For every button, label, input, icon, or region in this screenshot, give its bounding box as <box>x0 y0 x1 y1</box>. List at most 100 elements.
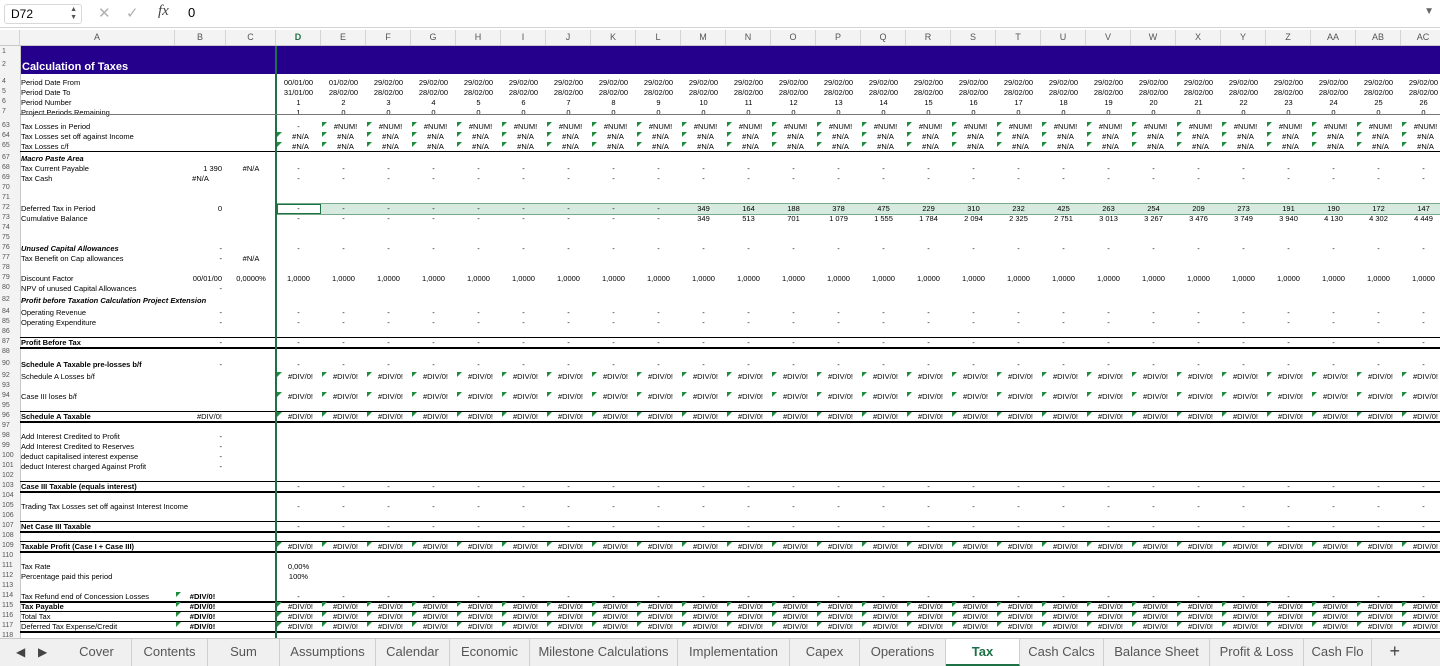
data-cell[interactable]: - <box>411 522 456 531</box>
data-cell[interactable]: 3 749 <box>1221 214 1266 223</box>
period-cell[interactable]: 7 <box>546 98 591 107</box>
data-cell[interactable]: 188 <box>771 204 816 213</box>
row-label[interactable]: deduct capitalised interest expense <box>21 452 138 461</box>
data-cell[interactable]: #DIV/0! <box>910 412 951 421</box>
sheet-tab[interactable]: Cash Flo <box>1304 639 1372 666</box>
data-cell[interactable]: - <box>951 164 996 173</box>
data-cell[interactable]: - <box>1131 174 1176 183</box>
data-cell[interactable]: - <box>366 214 411 223</box>
period-cell[interactable]: 15 <box>906 98 951 107</box>
row-label[interactable]: Case III loses b/f <box>21 392 77 401</box>
data-cell[interactable]: #NUM! <box>640 122 681 131</box>
data-cell[interactable]: #DIV/0! <box>595 602 636 611</box>
row-label[interactable]: Profit Before Tax <box>21 338 81 347</box>
data-cell[interactable]: #DIV/0! <box>820 392 861 401</box>
period-cell[interactable]: 29/02/00 <box>456 78 501 87</box>
data-cell[interactable]: - <box>1086 174 1131 183</box>
data-cell[interactable]: #DIV/0! <box>1405 612 1440 621</box>
column-header[interactable]: M <box>681 30 726 45</box>
data-cell[interactable]: #DIV/0! <box>640 412 681 421</box>
data-cell[interactable]: #DIV/0! <box>640 622 681 631</box>
column-header[interactable]: C <box>226 30 276 45</box>
data-cell[interactable]: - <box>1401 174 1440 183</box>
row-number[interactable]: 90 <box>0 360 21 368</box>
data-cell[interactable]: - <box>1041 308 1086 317</box>
data-cell[interactable]: #DIV/0! <box>1225 602 1266 611</box>
period-cell[interactable]: 28/02/00 <box>771 88 816 97</box>
row-label[interactable]: Tax Losses c/f <box>21 142 69 151</box>
period-cell[interactable]: 0 <box>1266 108 1311 117</box>
row-label[interactable]: Cumulative Balance <box>21 214 88 223</box>
data-cell[interactable]: - <box>861 318 906 327</box>
data-cell[interactable]: - <box>681 502 726 511</box>
data-cell[interactable]: - <box>951 318 996 327</box>
data-cell[interactable]: #DIV/0! <box>640 372 681 381</box>
period-cell[interactable]: 0 <box>1221 108 1266 117</box>
data-cell[interactable]: - <box>1041 592 1086 601</box>
data-cell[interactable]: - <box>681 308 726 317</box>
data-cell[interactable]: #DIV/0! <box>1090 372 1131 381</box>
data-cell[interactable]: 3 476 <box>1176 214 1221 223</box>
data-cell[interactable]: #N/A <box>955 142 996 151</box>
sheet-tab[interactable]: Profit & Loss <box>1210 639 1304 666</box>
data-cell[interactable]: #NUM! <box>1180 122 1221 131</box>
data-cell[interactable]: #DIV/0! <box>775 602 816 611</box>
data-cell[interactable]: #DIV/0! <box>1315 602 1356 611</box>
row-label[interactable]: Operating Revenue <box>21 308 86 317</box>
data-cell[interactable]: #DIV/0! <box>1180 622 1221 631</box>
data-cell[interactable]: - <box>726 244 771 253</box>
data-cell[interactable]: #DIV/0! <box>1135 372 1176 381</box>
data-cell[interactable]: - <box>1266 592 1311 601</box>
data-cell[interactable]: - <box>1221 318 1266 327</box>
row-label[interactable]: Operating Expenditure <box>21 318 96 327</box>
data-cell[interactable]: #DIV/0! <box>1360 412 1401 421</box>
data-cell[interactable]: - <box>861 338 906 347</box>
data-cell[interactable]: - <box>546 308 591 317</box>
data-cell[interactable]: #N/A <box>415 132 456 141</box>
data-cell[interactable]: #DIV/0! <box>955 392 996 401</box>
data-cell[interactable]: #DIV/0! <box>595 612 636 621</box>
data-cell[interactable]: - <box>546 214 591 223</box>
data-cell[interactable]: #DIV/0! <box>415 412 456 421</box>
period-cell[interactable]: 28/02/00 <box>861 88 906 97</box>
row-number[interactable]: 93 <box>0 382 21 390</box>
cell-c[interactable]: #N/A <box>226 254 276 263</box>
row-number[interactable]: 95 <box>0 402 21 410</box>
data-cell[interactable]: #NUM! <box>955 122 996 131</box>
data-cell[interactable]: #DIV/0! <box>730 392 771 401</box>
data-cell[interactable]: - <box>1311 174 1356 183</box>
data-cell[interactable]: - <box>501 360 546 369</box>
cell[interactable]: - <box>276 122 321 131</box>
cell-b[interactable]: #DIV/0! <box>179 602 226 611</box>
data-cell[interactable]: - <box>366 164 411 173</box>
column-header[interactable]: P <box>816 30 861 45</box>
row-number[interactable]: 107 <box>0 522 21 530</box>
data-cell[interactable]: #N/A <box>325 132 366 141</box>
data-cell[interactable]: #N/A <box>1180 132 1221 141</box>
data-cell[interactable]: - <box>1221 308 1266 317</box>
data-cell[interactable]: - <box>816 522 861 531</box>
data-cell[interactable]: #DIV/0! <box>775 392 816 401</box>
data-cell[interactable]: - <box>276 308 321 317</box>
data-cell[interactable]: - <box>1041 318 1086 327</box>
column-header[interactable]: U <box>1041 30 1086 45</box>
data-cell[interactable]: - <box>1221 244 1266 253</box>
period-cell[interactable]: 28/02/00 <box>636 88 681 97</box>
data-cell[interactable]: - <box>411 360 456 369</box>
period-cell[interactable]: 29/02/00 <box>546 78 591 87</box>
data-cell[interactable]: - <box>1356 592 1401 601</box>
cell-b[interactable]: - <box>175 284 223 293</box>
column-header[interactable]: V <box>1086 30 1131 45</box>
period-cell[interactable]: 28/02/00 <box>366 88 411 97</box>
data-cell[interactable]: - <box>546 522 591 531</box>
period-cell[interactable]: 28/02/00 <box>996 88 1041 97</box>
data-cell[interactable]: #DIV/0! <box>325 372 366 381</box>
data-cell[interactable]: - <box>1311 338 1356 347</box>
row-label[interactable]: Tax Rate <box>21 562 51 571</box>
data-cell[interactable]: 1 079 <box>816 214 861 223</box>
data-cell[interactable]: #DIV/0! <box>955 612 996 621</box>
data-cell[interactable]: - <box>771 318 816 327</box>
data-cell[interactable]: #DIV/0! <box>595 412 636 421</box>
period-cell[interactable]: 0 <box>321 108 366 117</box>
period-cell[interactable]: 00/01/00 <box>276 78 321 87</box>
